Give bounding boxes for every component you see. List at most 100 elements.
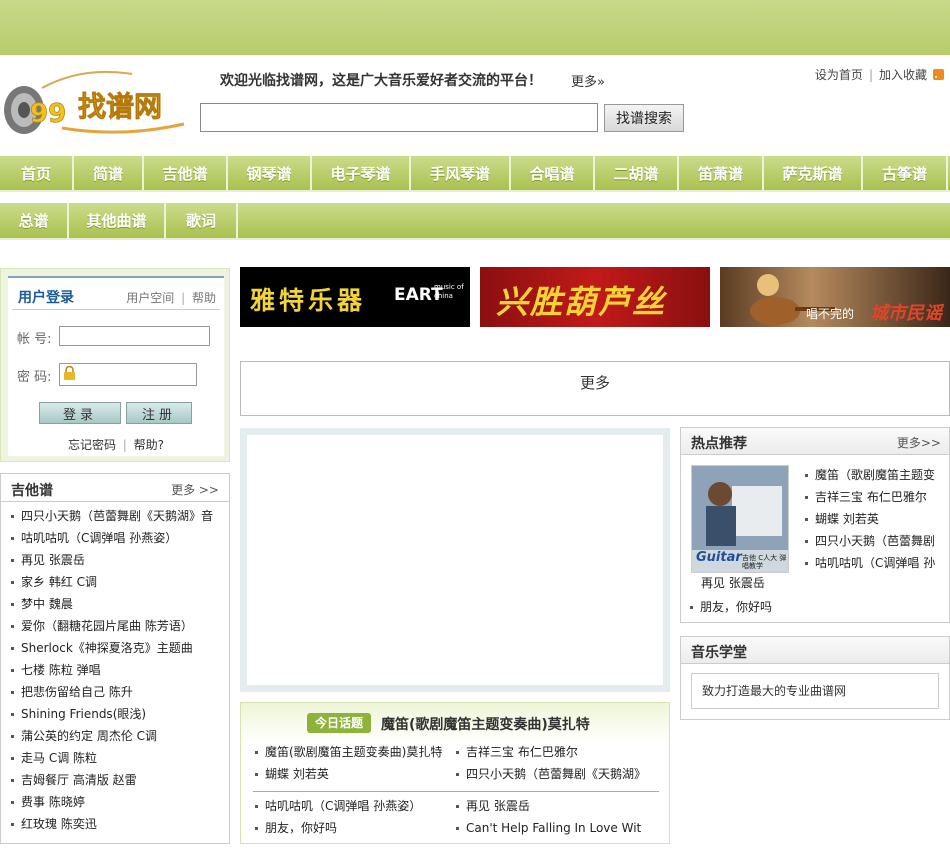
- nav-item-accordion[interactable]: 手风琴谱: [411, 156, 511, 190]
- password-label: 密 码:: [17, 370, 52, 385]
- list-item[interactable]: Can't Help Falling In Love Wit: [455, 817, 661, 839]
- nav-item-home[interactable]: 首页: [0, 156, 74, 190]
- hot-extra-item[interactable]: 再见 张震岳: [701, 574, 765, 591]
- more-box-label: 更多: [579, 374, 610, 392]
- login-panel: 用户登录 用户空间 | 帮助 帐 号: 密 码: 登录 注册 忘记密码 | 帮助…: [0, 268, 230, 462]
- school-header: 音乐学堂: [681, 637, 949, 664]
- nav-item-flute[interactable]: 笛萧谱: [679, 156, 764, 190]
- list-item[interactable]: 红玫瑰 陈奕迅: [11, 813, 223, 835]
- password-field[interactable]: [59, 363, 197, 386]
- banner-xingsheng[interactable]: 兴胜葫芦丝: [480, 267, 710, 327]
- nav-item-other[interactable]: 其他曲谱: [69, 203, 166, 238]
- list-item[interactable]: 四只小天鹅（芭蕾舞剧《天鹅湖》: [455, 763, 661, 785]
- nav-item-score[interactable]: 总谱: [0, 203, 69, 238]
- account-label: 帐 号:: [17, 332, 52, 347]
- nav-item-guzheng[interactable]: 古筝谱: [863, 156, 948, 190]
- logo-graphic: 99 找谱网: [4, 70, 185, 134]
- top-banner-bar: [0, 0, 950, 55]
- list-item[interactable]: 魔笛(歌剧魔笛主题变奏曲)莫扎特: [254, 741, 450, 763]
- nav-item-erhu[interactable]: 二胡谱: [595, 156, 679, 190]
- add-favorite-link[interactable]: 加入收藏: [879, 66, 927, 83]
- list-item[interactable]: 咕叽咕叽（C调弹唱 孙燕姿）: [11, 527, 223, 549]
- list-item[interactable]: 咕叽咕叽（C调弹唱 孙: [805, 552, 947, 574]
- list-item[interactable]: 再见 张震岳: [455, 795, 661, 817]
- today-list-right: 吉祥三宝 布仁巴雅尔 四只小天鹅（芭蕾舞剧《天鹅湖》: [455, 741, 661, 785]
- today-title[interactable]: 魔笛(歌剧魔笛主题变奏曲)莫扎特: [381, 714, 590, 734]
- banner-folk[interactable]: 唱不完的 城市民谣: [720, 267, 950, 327]
- list-item[interactable]: 家乡 韩红 C调: [11, 571, 223, 593]
- guitar-box-title: 吉他谱: [11, 483, 53, 499]
- nav-item-sax[interactable]: 萨克斯谱: [764, 156, 863, 190]
- list-item[interactable]: 费事 陈晓婷: [11, 791, 223, 813]
- nav-item-piano[interactable]: 钢琴谱: [228, 156, 312, 190]
- list-item[interactable]: 魔笛（歌剧魔笛主题变: [805, 464, 947, 486]
- nav-item-chorus[interactable]: 合唱谱: [511, 156, 595, 190]
- list-item[interactable]: 吉姆餐厅 高清版 赵雷: [11, 769, 223, 791]
- list-item[interactable]: 吉祥三宝 布仁巴雅尔: [805, 486, 947, 508]
- list-item[interactable]: 吉祥三宝 布仁巴雅尔: [455, 741, 661, 763]
- list-item[interactable]: 走马 C调 陈粒: [11, 747, 223, 769]
- login-link-separator: |: [181, 291, 186, 305]
- list-item[interactable]: 梦中 魏晨: [11, 593, 223, 615]
- guitar-list: 四只小天鹅（芭蕾舞剧《天鹅湖》音 咕叽咕叽（C调弹唱 孙燕姿） 再见 张震岳 家…: [11, 505, 223, 835]
- list-item[interactable]: 爱你（翻糖花园片尾曲 陈芳语）: [11, 615, 223, 637]
- welcome-text: 欢迎光临找谱网，这是广大音乐爱好者交流的平台！: [220, 73, 542, 89]
- list-item[interactable]: Shining Friends(眼浅): [11, 703, 223, 725]
- banner-yate-text: 雅特乐器: [250, 286, 367, 315]
- list-item[interactable]: 咕叽咕叽（C调弹唱 孙燕姿）: [254, 795, 450, 817]
- forgot-password-link[interactable]: 忘记密码: [68, 438, 116, 452]
- account-field[interactable]: [59, 326, 210, 346]
- hot-header: 热点推荐 更多>>: [681, 428, 949, 455]
- logo-number: 99: [30, 99, 66, 129]
- nav-item-lyrics[interactable]: 歌词: [166, 203, 238, 238]
- search-button[interactable]: 找谱搜索: [604, 104, 684, 132]
- list-item[interactable]: 蒲公英的约定 周杰伦 C调: [11, 725, 223, 747]
- today-list-left2: 咕叽咕叽（C调弹唱 孙燕姿） 朋友，你好吗: [254, 795, 450, 839]
- rss-icon[interactable]: [933, 69, 944, 80]
- list-item[interactable]: 蝴蝶 刘若英: [254, 763, 450, 785]
- hot-thumbnail[interactable]: Guitar 吉他 C人大 弹唱教学: [691, 465, 789, 573]
- list-item[interactable]: 再见 张震岳: [11, 549, 223, 571]
- hot-more-link[interactable]: 更多>>: [897, 434, 941, 451]
- login-button[interactable]: 登录: [39, 402, 121, 424]
- welcome-more-link[interactable]: 更多»: [571, 71, 605, 90]
- login-links: 用户空间 | 帮助: [126, 289, 216, 306]
- banner-folk-text2: 城市民谣: [870, 303, 942, 324]
- divider: [253, 791, 659, 792]
- today-list-left: 魔笛(歌剧魔笛主题变奏曲)莫扎特 蝴蝶 刘若英: [254, 741, 450, 785]
- banner-xingsheng-text: 兴胜葫芦丝: [496, 283, 667, 321]
- user-space-link[interactable]: 用户空间: [126, 291, 174, 305]
- thumb-caption: 吉他 C人大 弹唱教学: [742, 554, 787, 570]
- hot-list: 魔笛（歌剧魔笛主题变 吉祥三宝 布仁巴雅尔 蝴蝶 刘若英 四只小天鹅（芭蕾舞剧 …: [805, 464, 947, 574]
- more-box[interactable]: 更多: [240, 361, 950, 416]
- link-separator: |: [868, 67, 873, 82]
- list-item[interactable]: 蝴蝶 刘若英: [805, 508, 947, 530]
- list-item[interactable]: Sherlock《神探夏洛克》主题曲: [11, 637, 223, 659]
- site-logo[interactable]: 99 找谱网: [2, 68, 188, 138]
- register-button[interactable]: 注册: [126, 402, 192, 424]
- thumb-label: Guitar: [696, 550, 742, 565]
- list-item[interactable]: 把悲伤留给自己 陈升: [11, 681, 223, 703]
- today-topic-panel: 今日话题 魔笛(歌剧魔笛主题变奏曲)莫扎特 魔笛(歌剧魔笛主题变奏曲)莫扎特 蝴…: [240, 702, 670, 844]
- nav-item-keyboard[interactable]: 电子琴谱: [312, 156, 411, 190]
- list-item[interactable]: 朋友，你好吗: [690, 596, 890, 618]
- ad-slot-inner: [247, 435, 663, 685]
- school-title: 音乐学堂: [691, 645, 747, 661]
- ad-slot: [240, 428, 670, 692]
- list-item[interactable]: 四只小天鹅（芭蕾舞剧: [805, 530, 947, 552]
- help-question-link[interactable]: 帮助?: [134, 438, 164, 452]
- nav-item-guitar[interactable]: 吉他谱: [144, 156, 228, 190]
- nav-item-jianpu[interactable]: 简谱: [74, 156, 144, 190]
- guitar-more-link[interactable]: 更多 >>: [171, 481, 219, 498]
- search-input[interactable]: [200, 103, 598, 132]
- list-item[interactable]: 四只小天鹅（芭蕾舞剧《天鹅湖》音: [11, 505, 223, 527]
- set-home-link[interactable]: 设为首页: [815, 66, 863, 83]
- hot-list-extra: 朋友，你好吗: [690, 596, 890, 618]
- login-footer-separator: |: [122, 438, 127, 452]
- help-link[interactable]: 帮助: [192, 291, 216, 305]
- list-item[interactable]: 朋友，你好吗: [254, 817, 450, 839]
- list-item[interactable]: 七楼 陈粒 弹唱: [11, 659, 223, 681]
- banner-yate-sub: music of china: [434, 283, 464, 300]
- banner-yate[interactable]: 雅特乐器 EART music of china: [240, 267, 470, 327]
- guitar-box: 吉他谱 更多 >> 四只小天鹅（芭蕾舞剧《天鹅湖》音 咕叽咕叽（C调弹唱 孙燕姿…: [0, 473, 230, 844]
